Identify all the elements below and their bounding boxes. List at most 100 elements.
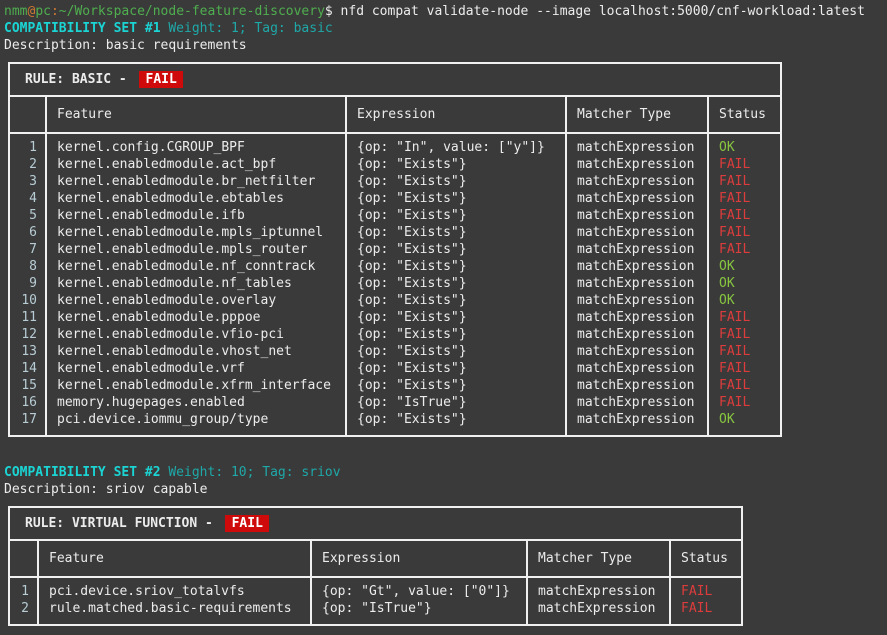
row-feature: rule.matched.basic-requirements: [38, 600, 311, 624]
header-num: [10, 97, 46, 133]
set2-rule-header: RULE: VIRTUAL FUNCTION -FAIL: [10, 508, 741, 541]
row-matcher-type: matchExpression: [566, 224, 708, 241]
set2-meta: Weight: 10; Tag: sriov: [168, 465, 340, 480]
set1-table: Feature Expression Matcher Type Status 1…: [10, 97, 780, 435]
row-status: FAIL: [708, 207, 780, 224]
prompt-host: pc: [35, 4, 51, 19]
table-row: 6 kernel.enabledmodule.mpls_iptunnel {op…: [10, 224, 780, 241]
row-number: 14: [10, 360, 46, 377]
set2-table: Feature Expression Matcher Type Status 1…: [10, 541, 741, 624]
row-expression: {op: "Exists"}: [346, 275, 566, 292]
row-status: FAIL: [670, 600, 741, 624]
row-feature: pci.device.iommu_group/type: [46, 411, 346, 435]
row-feature: kernel.enabledmodule.ifb: [46, 207, 346, 224]
row-status: FAIL: [708, 156, 780, 173]
row-status: FAIL: [708, 326, 780, 343]
row-status: FAIL: [708, 224, 780, 241]
row-status: OK: [708, 258, 780, 275]
header-num: [10, 541, 38, 577]
row-status: FAIL: [670, 577, 741, 600]
row-matcher-type: matchExpression: [566, 275, 708, 292]
row-matcher-type: matchExpression: [527, 577, 670, 600]
set2-rule-label: RULE: VIRTUAL FUNCTION -: [25, 516, 213, 531]
table-row: 4 kernel.enabledmodule.ebtables {op: "Ex…: [10, 190, 780, 207]
row-feature: kernel.enabledmodule.overlay: [46, 292, 346, 309]
row-number: 1: [10, 133, 46, 156]
set2-title: COMPATIBILITY SET #2: [4, 465, 161, 480]
row-expression: {op: "Exists"}: [346, 156, 566, 173]
row-status: FAIL: [708, 241, 780, 258]
set1-rule-status-badge: FAIL: [139, 71, 183, 88]
row-status: FAIL: [708, 394, 780, 411]
row-status: OK: [708, 133, 780, 156]
row-matcher-type: matchExpression: [566, 360, 708, 377]
row-number: 16: [10, 394, 46, 411]
table-row: 2 kernel.enabledmodule.act_bpf {op: "Exi…: [10, 156, 780, 173]
header-matcher-type: Matcher Type: [527, 541, 670, 577]
table-row: 11 kernel.enabledmodule.pppoe {op: "Exis…: [10, 309, 780, 326]
header-feature: Feature: [38, 541, 311, 577]
row-feature: memory.hugepages.enabled: [46, 394, 346, 411]
row-expression: {op: "Exists"}: [346, 190, 566, 207]
row-status: FAIL: [708, 377, 780, 394]
header-matcher-type: Matcher Type: [566, 97, 708, 133]
row-expression: {op: "Exists"}: [346, 326, 566, 343]
table-row: 8 kernel.enabledmodule.nf_conntrack {op:…: [10, 258, 780, 275]
row-feature: kernel.enabledmodule.act_bpf: [46, 156, 346, 173]
row-matcher-type: matchExpression: [527, 600, 670, 624]
row-expression: {op: "Exists"}: [346, 309, 566, 326]
row-feature: kernel.enabledmodule.mpls_iptunnel: [46, 224, 346, 241]
row-matcher-type: matchExpression: [566, 326, 708, 343]
table-row: 15 kernel.enabledmodule.xfrm_interface {…: [10, 377, 780, 394]
row-number: 2: [10, 156, 46, 173]
row-number: 1: [10, 577, 38, 600]
row-feature: kernel.enabledmodule.pppoe: [46, 309, 346, 326]
row-number: 2: [10, 600, 38, 624]
row-status: FAIL: [708, 190, 780, 207]
set2-rule-table: RULE: VIRTUAL FUNCTION -FAIL Feature Exp…: [8, 506, 743, 626]
row-expression: {op: "Exists"}: [346, 207, 566, 224]
row-expression: {op: "IsTrue"}: [311, 600, 527, 624]
prompt-user: nmm: [4, 4, 27, 19]
row-number: 15: [10, 377, 46, 394]
row-number: 7: [10, 241, 46, 258]
row-expression: {op: "Exists"}: [346, 343, 566, 360]
set1-table-header-row: Feature Expression Matcher Type Status: [10, 97, 780, 133]
row-number: 3: [10, 173, 46, 190]
row-matcher-type: matchExpression: [566, 394, 708, 411]
row-feature: kernel.enabledmodule.vfio-pci: [46, 326, 346, 343]
table-row: 1 pci.device.sriov_totalvfs {op: "Gt", v…: [10, 577, 741, 600]
header-expression: Expression: [311, 541, 527, 577]
set1-rule-header: RULE: BASIC - FAIL: [10, 64, 780, 97]
row-expression: {op: "IsTrue"}: [346, 394, 566, 411]
table-row: 7 kernel.enabledmodule.mpls_router {op: …: [10, 241, 780, 258]
row-feature: kernel.config.CGROUP_BPF: [46, 133, 346, 156]
row-status: FAIL: [708, 360, 780, 377]
row-feature: kernel.enabledmodule.nf_conntrack: [46, 258, 346, 275]
set1-description: Description: basic requirements: [4, 37, 883, 54]
row-number: 10: [10, 292, 46, 309]
row-expression: {op: "In", value: ["y"]}: [346, 133, 566, 156]
row-status: FAIL: [708, 173, 780, 190]
table-row: 3 kernel.enabledmodule.br_netfilter {op:…: [10, 173, 780, 190]
row-expression: {op: "Exists"}: [346, 360, 566, 377]
row-status: OK: [708, 411, 780, 435]
row-feature: kernel.enabledmodule.vrf: [46, 360, 346, 377]
row-number: 9: [10, 275, 46, 292]
set1-rule-table: RULE: BASIC - FAIL Feature Expression Mat…: [8, 62, 782, 437]
row-matcher-type: matchExpression: [566, 133, 708, 156]
row-matcher-type: matchExpression: [566, 292, 708, 309]
row-expression: {op: "Exists"}: [346, 224, 566, 241]
set1-header-line: COMPATIBILITY SET #1Weight: 1; Tag: basi…: [4, 20, 883, 37]
compatibility-set-2: COMPATIBILITY SET #2 Weight: 10; Tag: sri…: [4, 464, 883, 626]
row-matcher-type: matchExpression: [566, 207, 708, 224]
row-matcher-type: matchExpression: [566, 411, 708, 435]
row-feature: kernel.enabledmodule.ebtables: [46, 190, 346, 207]
row-number: 4: [10, 190, 46, 207]
set2-description: Description: sriov capable: [4, 481, 883, 498]
header-status: Status: [670, 541, 741, 577]
row-number: 17: [10, 411, 46, 435]
set2-table-header-row: Feature Expression Matcher Type Status: [10, 541, 741, 577]
set1-rule-label: RULE: BASIC -: [25, 72, 127, 87]
table-row: 2 rule.matched.basic-requirements {op: "…: [10, 600, 741, 624]
